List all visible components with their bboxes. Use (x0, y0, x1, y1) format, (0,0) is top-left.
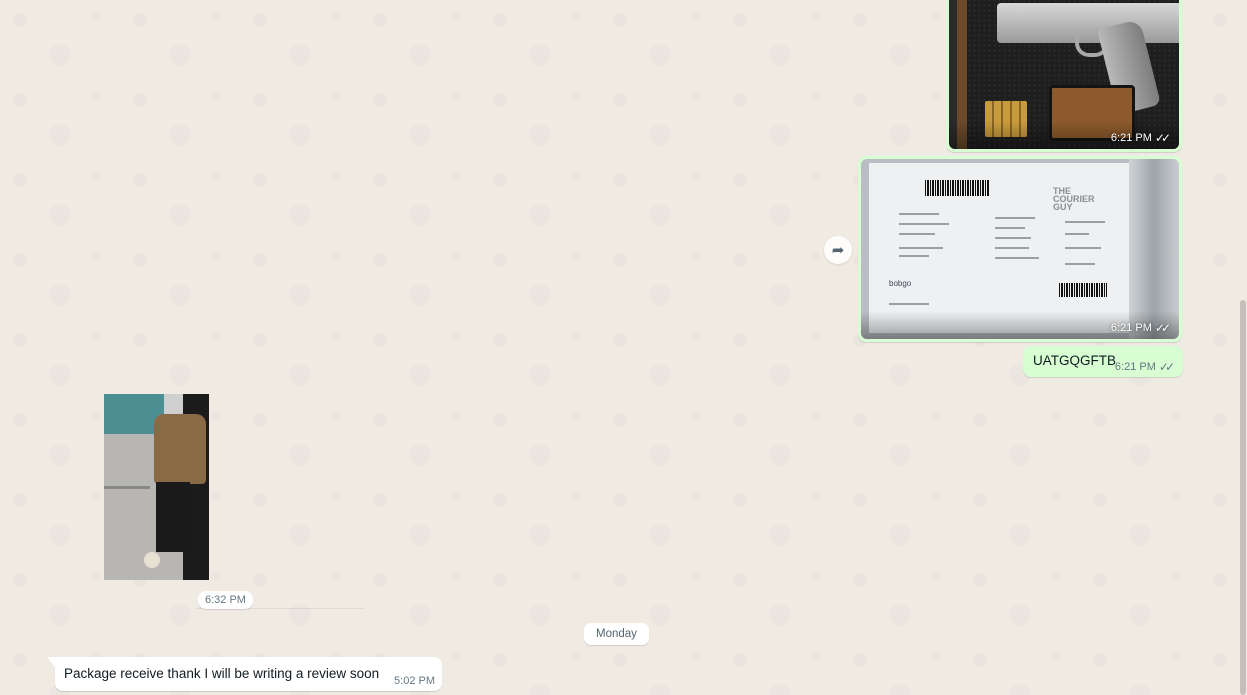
double-check-icon: ✓✓ (1154, 131, 1171, 145)
incoming-video-thumbnail[interactable] (104, 394, 209, 580)
photo-content: THE COURIER GUY bobgo (869, 163, 1131, 333)
message-meta: 6:21 PM ✓✓ (1111, 131, 1171, 145)
chat-messages-area[interactable]: 6:21 PM ✓✓ ➦ THE COURIER GUY bobgo 6:21 … (0, 0, 1238, 695)
message-time: 6:21 PM (1110, 322, 1152, 334)
message-time: 6:21 PM (1110, 132, 1152, 144)
forward-icon[interactable]: ➦ (824, 236, 852, 264)
message-time: 6:21 PM (1114, 361, 1156, 373)
message-time: 5:02 PM (394, 675, 435, 687)
message-text: UATGQGFTB (1033, 353, 1116, 368)
outgoing-text-message[interactable]: UATGQGFTB 6:21 PM ✓✓ (1023, 346, 1183, 377)
message-meta: 6:21 PM ✓✓ (1115, 360, 1175, 374)
chat-scrollbar[interactable] (1240, 300, 1246, 695)
message-text: Package receive thank I will be writing … (64, 666, 380, 681)
message-meta: 6:21 PM ✓✓ (1111, 321, 1171, 335)
outgoing-image-message[interactable]: 6:21 PM ✓✓ (946, 0, 1182, 152)
incoming-text-message[interactable]: Package receive thank I will be writing … (47, 657, 442, 691)
message-time: 6:32 PM (198, 591, 253, 609)
bobgo-logo: bobgo (889, 279, 912, 288)
courier-logo: THE COURIER GUY (1053, 186, 1095, 212)
photo-thumbnail[interactable]: THE COURIER GUY bobgo 6:21 PM ✓✓ (861, 159, 1179, 339)
outgoing-image-message[interactable]: THE COURIER GUY bobgo 6:21 PM ✓✓ (858, 156, 1182, 342)
double-check-icon: ✓✓ (1158, 360, 1175, 374)
day-separator: Monday (584, 623, 649, 645)
photo-thumbnail[interactable]: 6:21 PM ✓✓ (949, 0, 1179, 149)
double-check-icon: ✓✓ (1154, 321, 1171, 335)
